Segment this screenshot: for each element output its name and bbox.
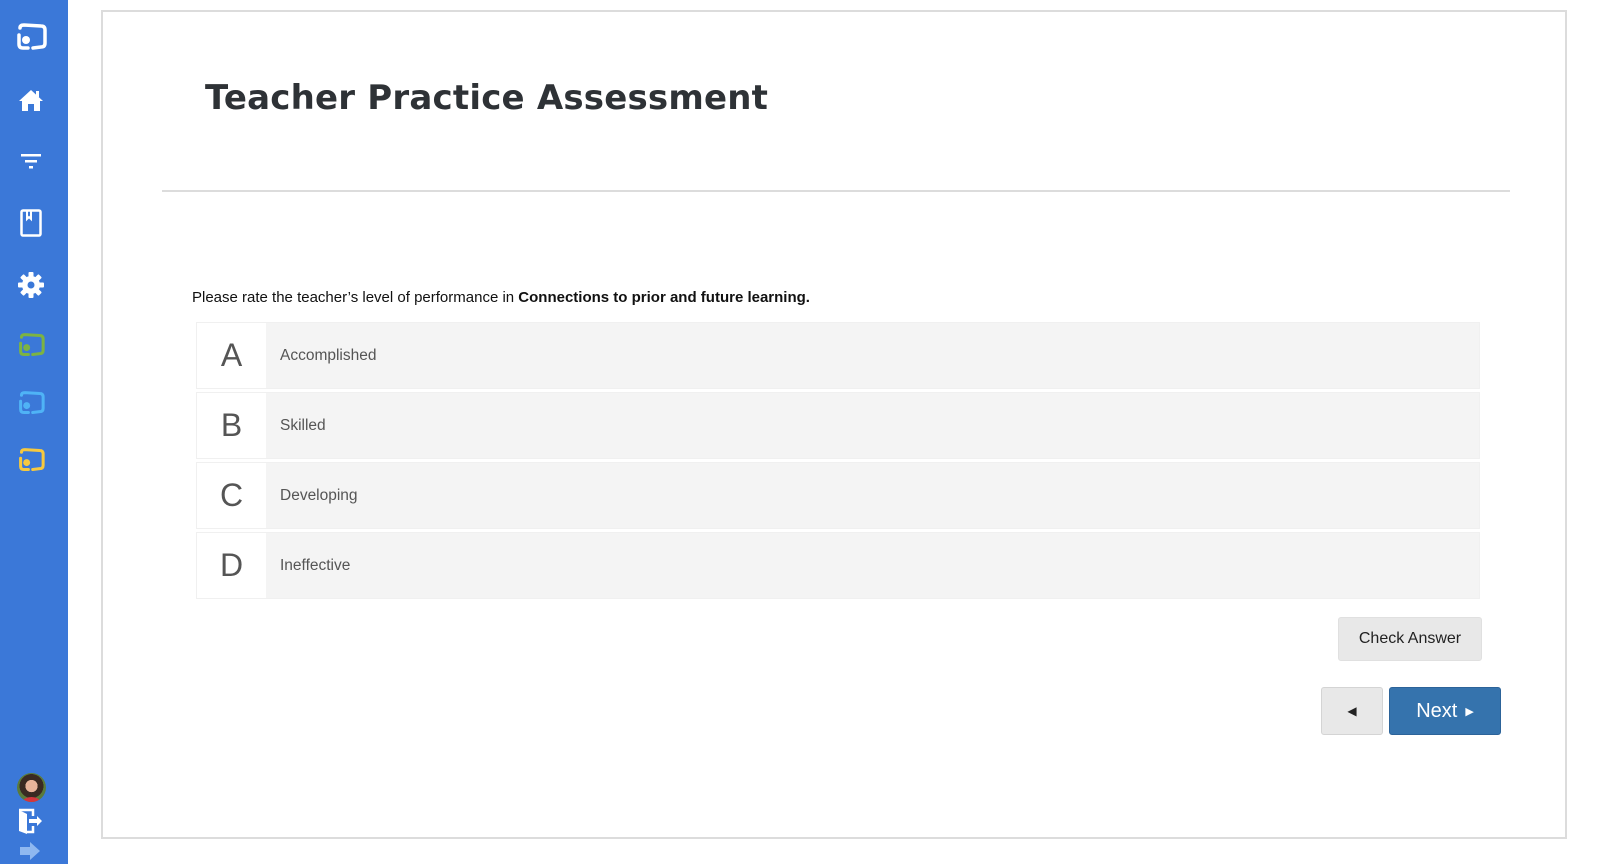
home-icon[interactable] bbox=[14, 83, 48, 117]
option-letter: A bbox=[197, 323, 267, 388]
option-a[interactable]: A Accomplished bbox=[196, 322, 1480, 389]
settings-gear-icon[interactable] bbox=[14, 268, 48, 302]
title-divider bbox=[162, 190, 1510, 192]
option-label: Skilled bbox=[280, 416, 326, 434]
bookmark-book-icon[interactable] bbox=[14, 206, 48, 240]
logout-door-icon[interactable] bbox=[15, 806, 45, 836]
answer-options: A Accomplished B Skilled C Developing D … bbox=[196, 322, 1480, 602]
caret-left-icon: ◀ bbox=[1347, 704, 1357, 718]
option-letter: B bbox=[197, 393, 267, 458]
option-letter: C bbox=[197, 463, 267, 528]
expand-arrow-icon[interactable] bbox=[16, 838, 46, 864]
question-prefix: Please rate the teacher’s level of perfo… bbox=[192, 289, 519, 306]
question-criterion: Connections to prior and future learning… bbox=[518, 289, 810, 306]
assessment-panel: Teacher Practice Assessment Please rate … bbox=[101, 10, 1567, 839]
next-button[interactable]: Next ▶ bbox=[1389, 687, 1501, 735]
sidebar bbox=[0, 0, 68, 864]
app-logo-lightblue-icon[interactable] bbox=[14, 386, 48, 420]
caret-right-icon: ▶ bbox=[1465, 705, 1474, 718]
next-label: Next bbox=[1416, 699, 1458, 722]
option-label: Accomplished bbox=[280, 346, 377, 364]
option-label: Ineffective bbox=[280, 556, 351, 574]
filter-icon[interactable] bbox=[14, 144, 48, 178]
option-d[interactable]: D Ineffective bbox=[196, 532, 1480, 599]
option-c[interactable]: C Developing bbox=[196, 462, 1480, 529]
previous-button[interactable]: ◀ bbox=[1321, 687, 1383, 735]
option-b[interactable]: B Skilled bbox=[196, 392, 1480, 459]
app-logo-green-icon[interactable] bbox=[14, 328, 48, 362]
option-letter: D bbox=[197, 533, 267, 598]
app-logo-yellow-icon[interactable] bbox=[14, 443, 48, 477]
page-title: Teacher Practice Assessment bbox=[205, 78, 769, 118]
app-logo-icon[interactable] bbox=[14, 20, 48, 54]
check-answer-button[interactable]: Check Answer bbox=[1338, 617, 1482, 661]
user-avatar[interactable] bbox=[17, 773, 46, 802]
option-label: Developing bbox=[280, 486, 358, 504]
question-prompt: Please rate the teacher’s level of perfo… bbox=[192, 289, 810, 306]
